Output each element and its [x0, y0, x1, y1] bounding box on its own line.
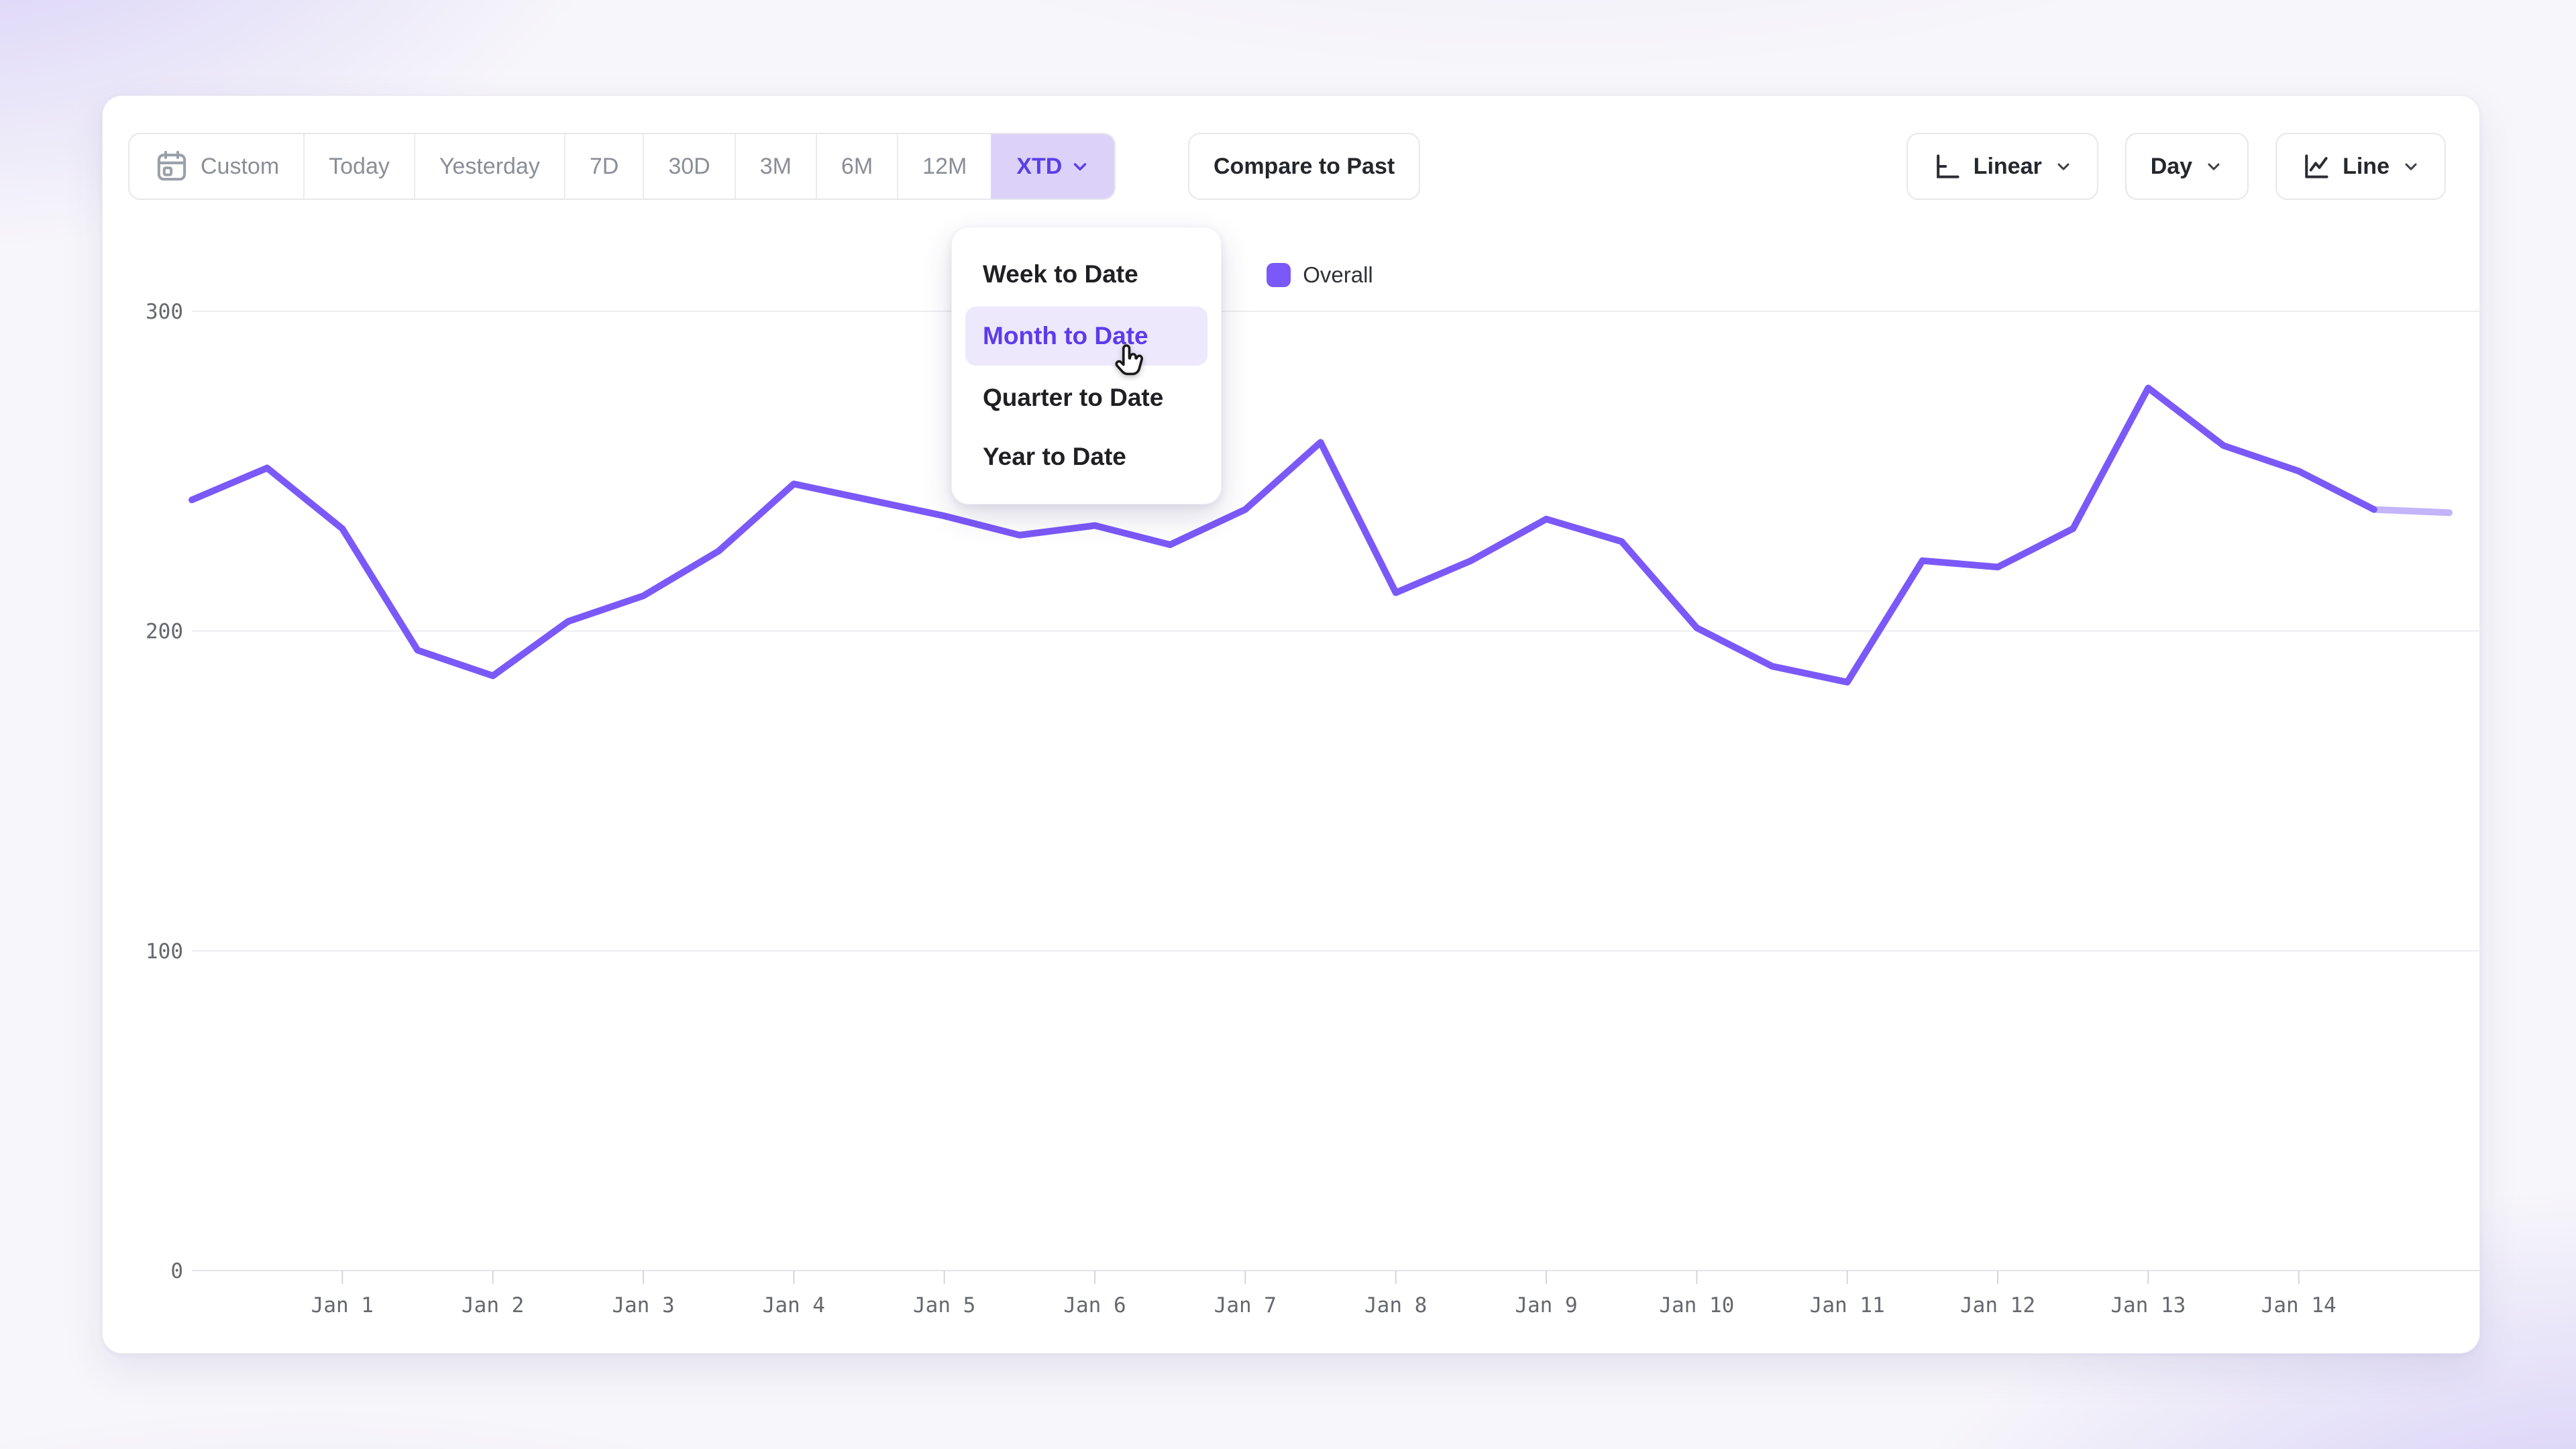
range-yesterday[interactable]: Yesterday: [414, 134, 564, 199]
legend-label: Overall: [1303, 262, 1373, 288]
menu-item-label: Month to Date: [983, 322, 1148, 350]
range-custom-label: Custom: [201, 154, 279, 180]
svg-text:200: 200: [146, 620, 183, 644]
svg-text:0: 0: [170, 1259, 183, 1283]
svg-text:Jan 11: Jan 11: [1810, 1293, 1885, 1318]
range-3m-label: 3M: [760, 154, 792, 180]
date-range-dropdown-menu: Week to Date Month to Date Quarter to Da…: [951, 227, 1222, 504]
svg-text:Jan 14: Jan 14: [2261, 1293, 2337, 1318]
svg-text:Jan 6: Jan 6: [1063, 1293, 1126, 1318]
calendar-icon: [154, 148, 190, 184]
svg-text:Jan 5: Jan 5: [913, 1293, 975, 1318]
svg-text:Jan 9: Jan 9: [1515, 1293, 1577, 1318]
range-today-label: Today: [329, 154, 390, 180]
analytics-card: 0 100 200 300 Jan 1 Jan 2 Jan 3 Jan 4 Jan 5 Jan 6…: [102, 95, 2480, 1354]
compare-to-past-button[interactable]: Compare to Past: [1188, 133, 1420, 200]
menu-item-week-to-date[interactable]: Week to Date: [952, 245, 1221, 304]
range-xtd[interactable]: XTD: [991, 134, 1114, 199]
range-3m[interactable]: 3M: [735, 134, 816, 199]
scale-dropdown-button[interactable]: Linear: [1907, 133, 2098, 200]
svg-text:Jan 3: Jan 3: [612, 1293, 674, 1318]
linear-axis-icon: [1932, 152, 1962, 181]
range-6m[interactable]: 6M: [816, 134, 897, 199]
menu-item-label: Week to Date: [983, 260, 1138, 288]
menu-item-label: Quarter to Date: [983, 384, 1163, 412]
date-range-segmented-control: Custom Today Yesterday 7D 30D 3M 6M 12M …: [128, 133, 1116, 200]
line-chart-icon: [2301, 152, 2330, 181]
svg-text:100: 100: [146, 939, 183, 963]
menu-item-month-to-date[interactable]: Month to Date: [965, 307, 1208, 366]
range-12m[interactable]: 12M: [897, 134, 991, 199]
menu-item-year-to-date[interactable]: Year to Date: [952, 427, 1221, 486]
svg-text:Jan 7: Jan 7: [1214, 1293, 1277, 1318]
range-today[interactable]: Today: [303, 134, 414, 199]
scale-label: Linear: [1974, 154, 2042, 180]
range-6m-label: 6M: [841, 154, 873, 180]
chevron-down-icon: [2204, 157, 2223, 176]
svg-text:Jan 2: Jan 2: [462, 1293, 524, 1318]
chart-type-dropdown-button[interactable]: Line: [2275, 133, 2446, 200]
svg-text:300: 300: [146, 300, 183, 324]
svg-text:Jan 1: Jan 1: [311, 1293, 374, 1318]
chevron-down-icon: [2054, 157, 2073, 176]
chevron-down-icon: [1070, 156, 1090, 176]
menu-item-label: Year to Date: [983, 443, 1126, 471]
chart-type-label: Line: [2343, 154, 2390, 180]
compare-to-past-label: Compare to Past: [1214, 154, 1395, 180]
svg-text:Jan 8: Jan 8: [1364, 1293, 1427, 1318]
svg-text:Jan 13: Jan 13: [2110, 1293, 2186, 1318]
svg-text:Jan 10: Jan 10: [1659, 1293, 1734, 1318]
range-7d-label: 7D: [590, 154, 619, 180]
range-30d[interactable]: 30D: [643, 134, 734, 199]
range-12m-label: 12M: [922, 154, 967, 180]
granularity-dropdown-button[interactable]: Day: [2125, 133, 2249, 200]
chevron-down-icon: [2402, 157, 2420, 176]
range-yesterday-label: Yesterday: [439, 154, 540, 180]
legend-swatch-icon: [1267, 263, 1291, 287]
menu-item-quarter-to-date[interactable]: Quarter to Date: [952, 368, 1221, 427]
range-xtd-label: XTD: [1016, 154, 1062, 180]
legend-item-overall[interactable]: Overall: [1267, 262, 1373, 288]
granularity-label: Day: [2151, 154, 2192, 180]
range-custom[interactable]: Custom: [129, 134, 303, 199]
range-30d-label: 30D: [668, 154, 710, 180]
chart-options-cluster: Linear Day Line: [1907, 133, 2446, 200]
svg-text:Jan 4: Jan 4: [763, 1293, 825, 1318]
svg-text:Jan 12: Jan 12: [1960, 1293, 2035, 1318]
range-7d[interactable]: 7D: [564, 134, 643, 199]
